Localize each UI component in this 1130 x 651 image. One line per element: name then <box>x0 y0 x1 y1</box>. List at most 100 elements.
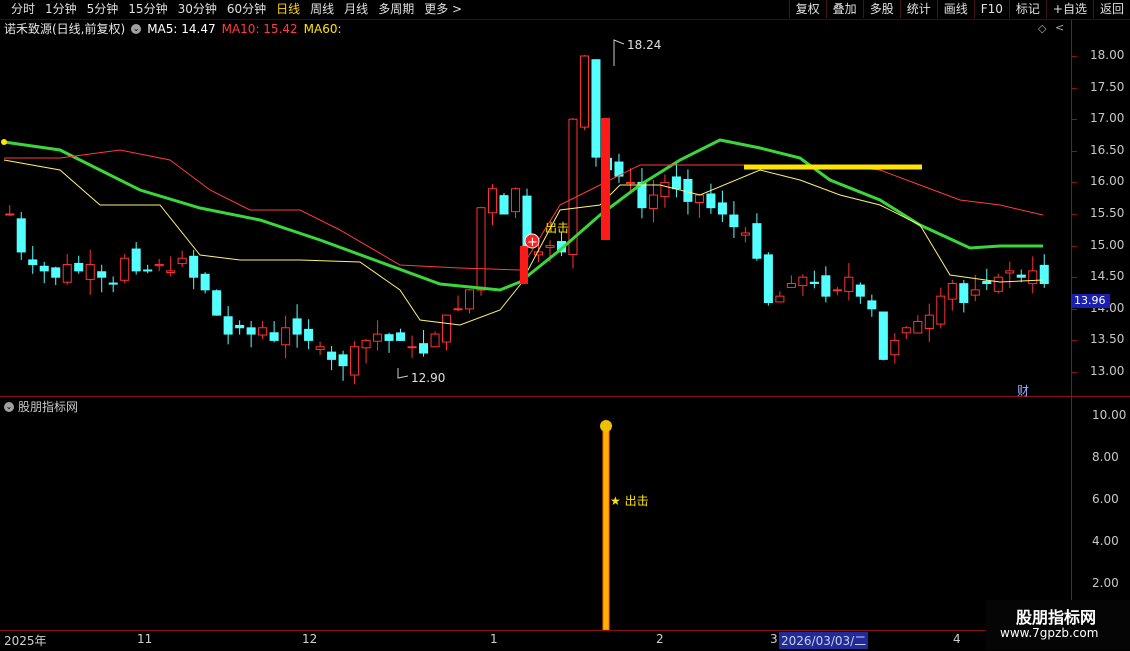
candle-body <box>821 275 831 297</box>
candle-body <box>487 188 498 214</box>
date-label: 12 <box>302 632 318 646</box>
candle-body <box>373 333 383 342</box>
candle-body <box>775 295 785 303</box>
date-label: 4 <box>953 632 961 646</box>
cursor-date-label: 2026/03/03/二 <box>779 632 869 649</box>
price-axis-label: 16.00 <box>1090 174 1125 189</box>
price-axis-label: 18.00 <box>1090 48 1125 62</box>
candle-body <box>74 262 84 272</box>
candle-body <box>338 354 348 367</box>
candle-body <box>5 213 15 216</box>
price-axis-label: 14.50 <box>1090 269 1125 284</box>
kline-chart[interactable]: + <box>0 0 1072 630</box>
candle-body <box>970 289 980 296</box>
candle-body <box>625 181 635 184</box>
candle-body <box>407 346 417 349</box>
candle-body <box>476 207 486 291</box>
candle-body <box>97 271 107 278</box>
candle-body <box>281 327 291 346</box>
back-button[interactable]: 返回 <box>1092 0 1130 18</box>
candle-body <box>717 202 727 215</box>
candle-body <box>28 259 38 266</box>
candle-body <box>350 346 360 376</box>
indicator-panel-title: ⌄ 股朋指标网 <box>4 398 78 415</box>
candle-body <box>39 265 49 272</box>
indicator-axis-label: 10.00 <box>1092 408 1127 422</box>
date-axis: 2025年 11 12 1 2 3 2026/03/03/二 4 <box>0 630 1072 651</box>
candle-body <box>235 324 245 329</box>
candle-body <box>166 270 176 274</box>
money-bag-icon <box>600 420 612 432</box>
date-label: 11 <box>137 632 153 646</box>
candle-body <box>982 280 992 285</box>
candle-body <box>212 290 222 316</box>
panel-divider <box>0 396 1130 397</box>
candle-body <box>947 283 957 300</box>
indicator-axis-label: 6.00 <box>1092 492 1119 506</box>
candle-body <box>200 273 210 291</box>
candle-body <box>901 327 911 334</box>
candle-body <box>1016 274 1026 278</box>
candle-body <box>706 193 716 209</box>
candle-body <box>752 223 762 259</box>
candle-body <box>315 346 325 350</box>
candle-body <box>533 251 544 256</box>
candle-body <box>648 194 658 209</box>
candle-body <box>660 181 670 198</box>
candle-body <box>442 314 452 343</box>
axis-divider <box>1071 20 1072 630</box>
signal-label: 出击 <box>545 221 570 235</box>
indicator-axis-label: 2.00 <box>1092 576 1119 590</box>
candle-body <box>671 176 681 190</box>
candle-body <box>683 178 693 202</box>
high-leader <box>613 39 625 66</box>
candle-body <box>292 318 302 335</box>
candle-body <box>878 311 888 360</box>
candle-body <box>85 264 95 280</box>
candle-body <box>62 264 72 283</box>
date-label: 2 <box>656 632 664 646</box>
candle-body <box>740 232 750 236</box>
candle-body <box>809 281 819 285</box>
candle-body <box>832 289 842 292</box>
watermark-title: 股朋指标网 <box>1016 608 1097 627</box>
candle-body <box>936 295 946 325</box>
signal-candle <box>601 118 610 240</box>
candle-body <box>120 257 130 281</box>
candle-body <box>924 314 934 330</box>
signal-candle <box>520 246 528 284</box>
candle-body <box>396 332 406 341</box>
candle-body <box>959 283 969 303</box>
indicator-axis-label: 8.00 <box>1092 450 1119 464</box>
candle-body <box>154 264 164 267</box>
low-leader <box>397 368 409 379</box>
candle-body <box>591 59 601 158</box>
candle-body <box>1028 270 1038 285</box>
candle-body <box>361 339 371 349</box>
indicator-star-label: ★ 出击 <box>610 494 649 508</box>
candle-body <box>51 267 61 278</box>
finance-icon[interactable]: 财 <box>1017 382 1029 399</box>
candle-body <box>258 327 268 336</box>
candle-body <box>189 255 199 278</box>
high-price-label: 18.24 <box>627 38 662 52</box>
candle-body <box>499 195 509 215</box>
candle-body <box>1039 264 1049 285</box>
candle-body <box>304 328 314 341</box>
collapse-circle-icon[interactable]: ⌄ <box>4 401 14 412</box>
candle-body <box>430 333 440 348</box>
candle-body <box>844 276 854 292</box>
candle-body <box>108 282 118 285</box>
date-label: 3 <box>770 632 778 646</box>
watermark-url: www.7gpzb.com <box>1000 626 1099 640</box>
price-axis-label: 15.50 <box>1090 206 1125 220</box>
candle-body <box>890 339 900 356</box>
price-axis-label: 17.00 <box>1090 111 1125 126</box>
candle-body <box>269 332 279 341</box>
candle-body <box>419 343 429 354</box>
price-axis-label: 15.00 <box>1090 237 1125 252</box>
candle-body <box>384 334 394 341</box>
candle-body <box>510 188 521 213</box>
candle-body <box>694 194 704 203</box>
date-label: 1 <box>490 632 498 646</box>
